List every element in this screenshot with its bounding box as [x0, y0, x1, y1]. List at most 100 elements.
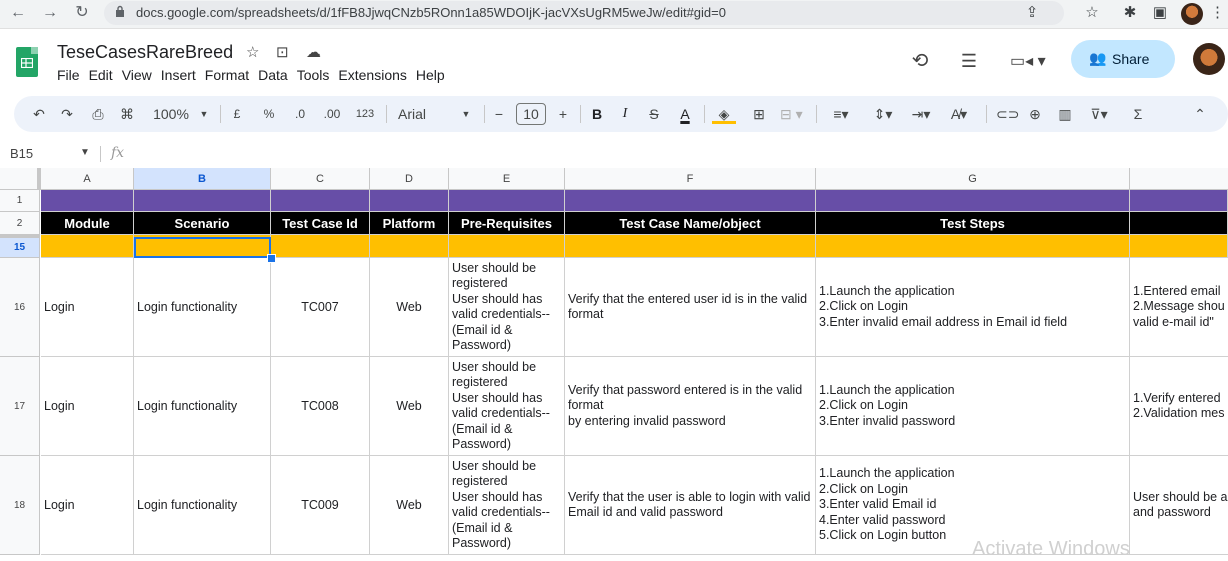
cell-a15[interactable]: [41, 235, 134, 258]
cell-test-case-name[interactable]: Verify that the user is able to login wi…: [565, 456, 816, 555]
currency-format-button[interactable]: £: [230, 104, 244, 124]
cell-d15[interactable]: [370, 235, 449, 258]
cell-test-steps[interactable]: 1.Launch the application 2.Click on Logi…: [816, 258, 1130, 357]
increase-font-size-icon[interactable]: +: [556, 104, 570, 124]
cell-g1[interactable]: [816, 190, 1130, 212]
print-icon[interactable]: ⎙: [88, 104, 108, 124]
row-header-17[interactable]: 17: [0, 357, 40, 456]
browser-profile-avatar[interactable]: [1181, 3, 1203, 25]
row-header-2[interactable]: 2: [0, 212, 40, 235]
cell-scenario[interactable]: Login functionality: [134, 456, 271, 555]
merge-cells-icon[interactable]: ⊟ ▾: [780, 104, 803, 124]
cell-f15[interactable]: [565, 235, 816, 258]
cell-platform[interactable]: Web: [370, 357, 449, 456]
sheets-logo-icon[interactable]: [16, 47, 38, 77]
functions-button[interactable]: Σ: [1130, 104, 1146, 124]
row-header-18[interactable]: 18: [0, 456, 40, 555]
menu-insert[interactable]: Insert: [161, 67, 202, 85]
column-header-b[interactable]: B: [134, 168, 271, 190]
cell-expected[interactable]: 1.Verify entered 2.Validation mes: [1130, 357, 1228, 456]
header-test-case-name[interactable]: Test Case Name/object: [565, 212, 816, 235]
browser-menu-icon[interactable]: ⋮: [1210, 3, 1225, 23]
italic-button[interactable]: I: [618, 104, 632, 124]
text-wrap-icon[interactable]: ⇥▾: [908, 104, 934, 124]
column-header-g[interactable]: G: [816, 168, 1130, 190]
address-bar[interactable]: docs.google.com/spreadsheets/d/1fFB8Jjwq…: [104, 1, 1064, 25]
cell-test-case-name[interactable]: Verify that the entered user id is in th…: [565, 258, 816, 357]
borders-icon[interactable]: ⊞: [750, 104, 768, 124]
name-box[interactable]: B15: [10, 146, 33, 161]
cell-c1[interactable]: [271, 190, 370, 212]
horizontal-align-icon[interactable]: ≡▾: [828, 104, 854, 124]
menu-format[interactable]: Format: [205, 67, 255, 85]
cell-f1[interactable]: [565, 190, 816, 212]
menu-edit[interactable]: Edit: [89, 67, 119, 85]
cell-platform[interactable]: Web: [370, 456, 449, 555]
undo-icon[interactable]: ↶: [30, 104, 48, 124]
cell-platform[interactable]: Web: [370, 258, 449, 357]
back-icon[interactable]: ←: [8, 3, 28, 23]
row-header-1[interactable]: 1: [0, 190, 40, 212]
comments-icon[interactable]: ☰: [958, 50, 980, 72]
header-test-case-id[interactable]: Test Case Id: [271, 212, 370, 235]
cell-test-case-id[interactable]: TC008: [271, 357, 370, 456]
text-color-button[interactable]: A: [676, 104, 694, 124]
zoom-select[interactable]: 100%: [150, 104, 192, 124]
column-header-h[interactable]: [1130, 168, 1228, 190]
increase-decimal-button[interactable]: .00: [320, 104, 344, 124]
column-header-e[interactable]: E: [449, 168, 565, 190]
cell-d1[interactable]: [370, 190, 449, 212]
reload-icon[interactable]: ↻: [72, 3, 92, 23]
cell-test-case-id[interactable]: TC009: [271, 456, 370, 555]
column-header-a[interactable]: A: [41, 168, 134, 190]
percent-format-button[interactable]: %: [262, 104, 276, 124]
cell-module[interactable]: Login: [41, 357, 134, 456]
menu-data[interactable]: Data: [258, 67, 294, 85]
header-test-steps[interactable]: Test Steps: [816, 212, 1130, 235]
cell-expected[interactable]: User should be a and password: [1130, 456, 1228, 555]
share-button[interactable]: 👥 Share: [1071, 40, 1175, 78]
name-box-dropdown-icon[interactable]: ▼: [80, 147, 90, 158]
cell-scenario[interactable]: Login functionality: [134, 258, 271, 357]
extensions-icon[interactable]: ✱: [1120, 3, 1140, 23]
cell-b1[interactable]: [134, 190, 271, 212]
font-dropdown-icon[interactable]: ▼: [460, 104, 472, 124]
text-rotation-icon[interactable]: A̸▾: [944, 104, 974, 124]
column-header-f[interactable]: F: [565, 168, 816, 190]
cell-g15[interactable]: [816, 235, 1130, 258]
number-format-button[interactable]: 123: [354, 104, 376, 124]
vertical-align-icon[interactable]: ⇕▾: [870, 104, 896, 124]
row-header-16[interactable]: 16: [0, 258, 40, 357]
cell-prerequisites[interactable]: User should be registered User should ha…: [449, 456, 565, 555]
header-scenario[interactable]: Scenario: [134, 212, 271, 235]
cell-module[interactable]: Login: [41, 258, 134, 357]
insert-comment-icon[interactable]: ⊕: [1026, 104, 1044, 124]
menu-help[interactable]: Help: [416, 67, 451, 85]
header-platform[interactable]: Platform: [370, 212, 449, 235]
cell-prerequisites[interactable]: User should be registered User should ha…: [449, 258, 565, 357]
header-prerequisites[interactable]: Pre-Requisites: [449, 212, 565, 235]
cell-test-case-id[interactable]: TC007: [271, 258, 370, 357]
forward-icon[interactable]: →: [40, 3, 60, 23]
menu-file[interactable]: File: [57, 67, 86, 85]
row-header-15[interactable]: 15: [0, 235, 40, 258]
cell-test-case-name[interactable]: Verify that password entered is in the v…: [565, 357, 816, 456]
cell-h1[interactable]: [1130, 190, 1228, 212]
cell-c15[interactable]: [271, 235, 370, 258]
bold-button[interactable]: B: [590, 104, 604, 124]
strikethrough-icon[interactable]: S: [646, 104, 662, 124]
menu-extensions[interactable]: Extensions: [338, 67, 412, 85]
version-history-icon[interactable]: ⟲: [909, 50, 931, 72]
collapse-menus-icon[interactable]: ⌃: [1192, 104, 1208, 124]
filter-icon[interactable]: ⊽▾: [1086, 104, 1112, 124]
cell-expected[interactable]: 1.Entered email 2.Message shou valid e-m…: [1130, 258, 1228, 357]
zoom-dropdown-icon[interactable]: ▼: [198, 104, 210, 124]
menu-tools[interactable]: Tools: [297, 67, 336, 85]
column-header-c[interactable]: C: [271, 168, 370, 190]
redo-icon[interactable]: ↷: [58, 104, 76, 124]
meet-camera-icon[interactable]: ▭◂ ▾: [1010, 52, 1050, 72]
column-header-d[interactable]: D: [370, 168, 449, 190]
share-page-icon[interactable]: ⇪: [1022, 3, 1042, 23]
header-module[interactable]: Module: [41, 212, 134, 235]
cell-test-steps[interactable]: 1.Launch the application 2.Click on Logi…: [816, 357, 1130, 456]
